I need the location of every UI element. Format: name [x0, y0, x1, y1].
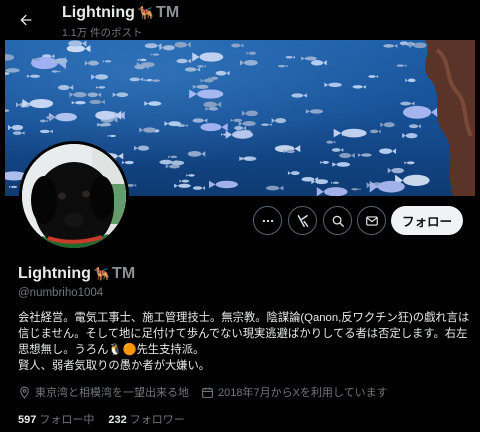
profile-handle: @numbriho1004	[18, 287, 104, 299]
joined-item: 2018年7月からXを利用しています	[201, 384, 388, 400]
envelope-icon	[365, 215, 378, 226]
bio-line: 信じません。そして地に足付けて歩んでない現実逃避ばかりしてる者は否定します。右左	[18, 328, 468, 340]
profile-meta: 東京湾と相模湾を一望出来る地 2018年7月からXを利用しています	[18, 384, 400, 400]
location-pin-icon	[20, 386, 29, 399]
search-icon	[332, 215, 344, 227]
more-button[interactable]	[253, 206, 282, 235]
following-label: フォロー中	[39, 414, 95, 426]
followers-link[interactable]: 232 フォロワー	[108, 411, 184, 427]
message-button[interactable]	[357, 206, 386, 235]
bio-line: 思想無し。うろん🐧🟠先生支持派。	[18, 344, 205, 356]
joined-text: 2018年7月からXを利用しています	[218, 387, 388, 399]
profile-display-name: Lightning 🐕‍🦺 TM	[18, 265, 135, 283]
more-icon	[262, 219, 273, 222]
back-button[interactable]	[14, 8, 38, 32]
following-link[interactable]: 597 フォロー中	[18, 411, 94, 427]
follow-button[interactable]: フォロー	[391, 206, 463, 235]
dog-emoji: 🐕‍🦺	[137, 5, 155, 20]
profile-bio: 会社経営。電気工事士、施工管理技士。無宗教。陰謀論(Qanon,反ワクチン狂)の…	[18, 310, 470, 374]
location-item: 東京湾と相模湾を一望出来る地	[18, 384, 189, 400]
profile-actions: フォロー	[0, 206, 480, 236]
back-arrow-icon	[20, 14, 32, 26]
header-title: Lightning 🐕‍🦺 TM	[62, 4, 179, 22]
followers-count: 232	[108, 414, 127, 426]
grok-button[interactable]	[288, 206, 317, 235]
follow-stats: 597 フォロー中 232 フォロワー	[18, 411, 199, 427]
display-name-text: Lightning	[18, 265, 91, 282]
header-tm: TM	[156, 4, 180, 21]
dog-emoji: 🐕‍🦺	[93, 266, 111, 281]
followers-label: フォロワー	[129, 414, 185, 426]
top-header: Lightning 🐕‍🦺 TM 1.1万 件のポスト	[0, 0, 480, 40]
calendar-icon	[202, 387, 213, 398]
display-name-tm: TM	[112, 265, 136, 282]
bio-line: 賢人、弱者気取りの愚か者が大嫌い。	[18, 360, 211, 372]
bio-line: 会社経営。電気工事士、施工管理技士。無宗教。陰謀論(Qanon,反ワクチン狂)の…	[18, 312, 470, 324]
grok-icon	[297, 214, 308, 227]
search-button[interactable]	[323, 206, 352, 235]
header-name: Lightning	[62, 4, 135, 21]
post-count: 1.1万 件のポスト	[62, 27, 143, 39]
following-count: 597	[18, 414, 37, 426]
location-text: 東京湾と相模湾を一望出来る地	[35, 387, 189, 399]
